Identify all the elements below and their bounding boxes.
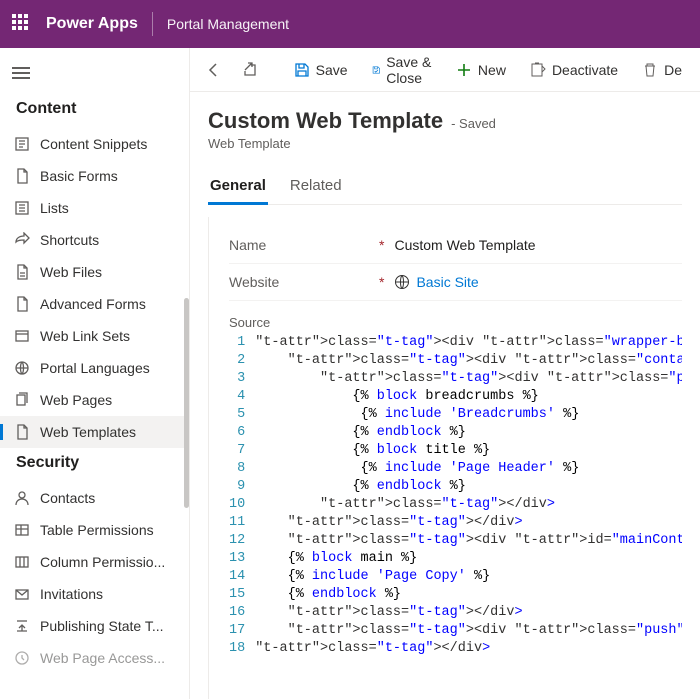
tabs: General Related: [208, 169, 682, 205]
list-icon: [14, 200, 30, 216]
new-button[interactable]: New: [448, 56, 514, 84]
deactivate-icon: [530, 62, 546, 78]
nav-label: Contacts: [40, 490, 95, 506]
sidebar: Content Content Snippets Basic Forms Lists S…: [0, 48, 190, 699]
nav-label: Content Snippets: [40, 136, 147, 152]
lang-icon: [14, 360, 30, 376]
save-close-label: Save & Close: [386, 54, 432, 86]
save-button[interactable]: Save: [286, 56, 356, 84]
pages-icon: [14, 392, 30, 408]
open-new-window-button[interactable]: [236, 56, 264, 84]
doc-icon: [14, 296, 30, 312]
nav-label: Shortcuts: [40, 232, 99, 248]
required-icon: *: [379, 274, 384, 290]
sidebar-item-invitations[interactable]: Invitations: [0, 578, 189, 610]
sidebar-item-basic-forms[interactable]: Basic Forms: [0, 160, 189, 192]
plus-icon: [456, 62, 472, 78]
sidebar-item-table-permissions[interactable]: Table Permissions: [0, 514, 189, 546]
source-label: Source: [229, 315, 682, 330]
deactivate-label: Deactivate: [552, 62, 618, 78]
sidebar-item-contacts[interactable]: Contacts: [0, 482, 189, 514]
brand-name: Power Apps: [46, 15, 138, 33]
globe-icon: [394, 274, 410, 290]
nav-label: Publishing State T...: [40, 618, 163, 634]
linkset-icon: [14, 328, 30, 344]
sidebar-item-portal-languages[interactable]: Portal Languages: [0, 352, 189, 384]
invite-icon: [14, 586, 30, 602]
sidebar-item-lists[interactable]: Lists: [0, 192, 189, 224]
app-launcher-icon[interactable]: [12, 14, 32, 34]
tab-related[interactable]: Related: [288, 169, 344, 204]
table-icon: [14, 522, 30, 538]
top-bar: Power Apps Portal Management: [0, 0, 700, 48]
required-icon: *: [379, 237, 384, 253]
nav-label: Invitations: [40, 586, 103, 602]
save-close-button[interactable]: Save & Close: [364, 48, 440, 92]
nav-label: Portal Languages: [40, 360, 150, 376]
shortcut-icon: [14, 232, 30, 248]
name-value: Custom Web Template: [394, 237, 535, 253]
command-bar: Save Save & Close New Deactivate De: [190, 48, 700, 92]
code-content: "t-attr">class="t-tag"><div "t-attr">cla…: [255, 334, 682, 658]
save-label: Save: [316, 62, 348, 78]
source-editor[interactable]: 123456789101112131415161718 "t-attr">cla…: [229, 334, 682, 658]
sidebar-item-web-files[interactable]: Web Files: [0, 256, 189, 288]
save-close-icon: [372, 62, 381, 78]
sidebar-item-web-templates[interactable]: Web Templates: [0, 416, 189, 448]
tab-general[interactable]: General: [208, 169, 268, 204]
main-area: Save Save & Close New Deactivate De Cust…: [190, 48, 700, 699]
delete-button[interactable]: De: [634, 56, 690, 84]
back-button[interactable]: [200, 56, 228, 84]
nav-group-content: Content: [0, 94, 189, 128]
entity-name: Web Template: [208, 136, 682, 151]
deactivate-button[interactable]: Deactivate: [522, 56, 626, 84]
new-label: New: [478, 62, 506, 78]
hamburger-icon[interactable]: [0, 58, 189, 94]
sidebar-item-content-snippets[interactable]: Content Snippets: [0, 128, 189, 160]
nav-label: Web Page Access...: [40, 650, 165, 666]
website-value[interactable]: Basic Site: [394, 274, 478, 290]
app-section: Portal Management: [167, 16, 289, 32]
trash-icon: [642, 62, 658, 78]
sidebar-item-web-link-sets[interactable]: Web Link Sets: [0, 320, 189, 352]
save-icon: [294, 62, 310, 78]
name-label: Name: [229, 237, 369, 253]
field-website[interactable]: Website * Basic Site: [229, 264, 682, 301]
website-label: Website: [229, 274, 369, 290]
access-icon: [14, 650, 30, 666]
nav-label: Column Permissio...: [40, 554, 165, 570]
nav-label: Lists: [40, 200, 69, 216]
save-status: - Saved: [451, 116, 496, 131]
nav-label: Table Permissions: [40, 522, 154, 538]
file-icon: [14, 264, 30, 280]
column-icon: [14, 554, 30, 570]
sidebar-item-web-pages[interactable]: Web Pages: [0, 384, 189, 416]
sidebar-item-publishing-state-t-[interactable]: Publishing State T...: [0, 610, 189, 642]
nav-label: Web Pages: [40, 392, 112, 408]
nav-label: Web Templates: [40, 424, 136, 440]
sidebar-item-shortcuts[interactable]: Shortcuts: [0, 224, 189, 256]
nav-label: Basic Forms: [40, 168, 118, 184]
sidebar-item-web-page-access-[interactable]: Web Page Access...: [0, 642, 189, 674]
publish-icon: [14, 618, 30, 634]
page-title: Custom Web Template - Saved: [208, 108, 682, 134]
nav-label: Advanced Forms: [40, 296, 146, 312]
nav-label: Web Link Sets: [40, 328, 130, 344]
nav-label: Web Files: [40, 264, 102, 280]
scrollbar-thumb[interactable]: [184, 298, 189, 508]
sidebar-item-advanced-forms[interactable]: Advanced Forms: [0, 288, 189, 320]
delete-label: De: [664, 62, 682, 78]
record-title: Custom Web Template: [208, 108, 443, 134]
nav-group-security: Security: [0, 448, 189, 482]
line-gutter: 123456789101112131415161718: [229, 334, 255, 658]
contact-icon: [14, 490, 30, 506]
divider: [152, 12, 153, 36]
doc-icon: [14, 168, 30, 184]
snippet-icon: [14, 136, 30, 152]
field-name[interactable]: Name * Custom Web Template: [229, 227, 682, 264]
template-icon: [14, 424, 30, 440]
sidebar-item-column-permissio-[interactable]: Column Permissio...: [0, 546, 189, 578]
